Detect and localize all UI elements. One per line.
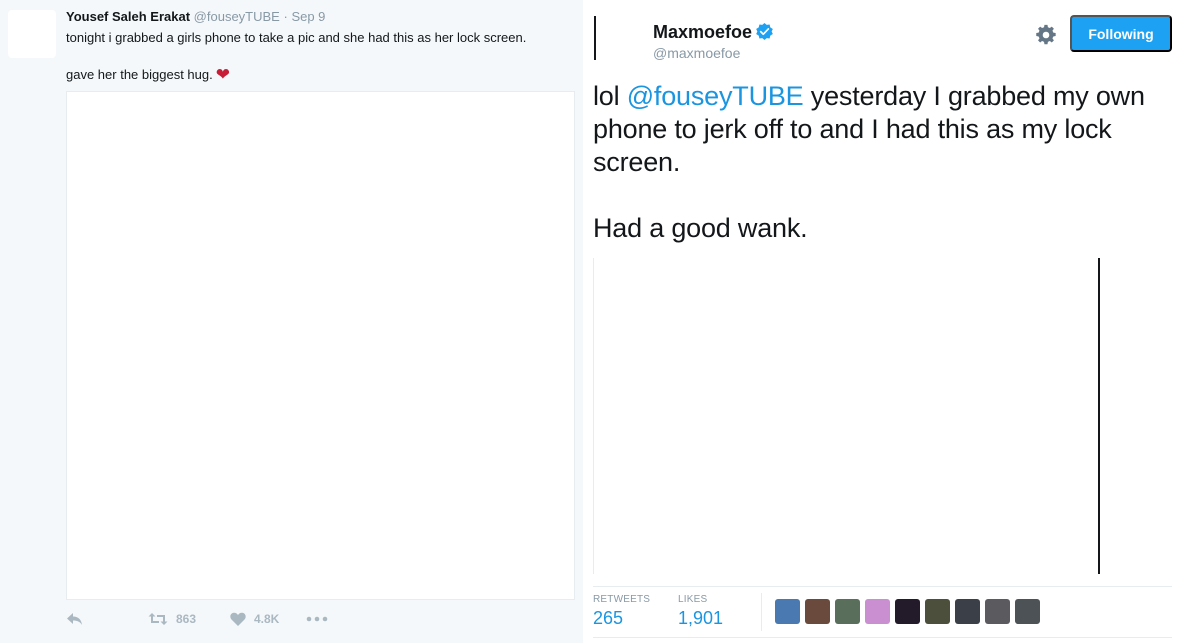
gear-icon[interactable] <box>1035 24 1057 46</box>
like-button[interactable]: 4.8K <box>230 612 279 626</box>
likes-stat[interactable]: LIKES 1,901 <box>678 594 723 629</box>
likes-label: LIKES <box>678 594 708 605</box>
liker-avatars <box>775 599 1045 624</box>
retweets-stat[interactable]: RETWEETS 265 <box>593 594 650 629</box>
liker-avatar[interactable] <box>835 599 860 624</box>
user-name[interactable]: Maxmoefoe <box>653 22 773 43</box>
more-button[interactable] <box>306 612 328 626</box>
author-name[interactable]: Yousef Saleh Erakat <box>66 9 190 24</box>
liker-avatar[interactable] <box>805 599 830 624</box>
tweet-paragraph: Had a good wank. <box>593 213 808 243</box>
tweet-text-segment: gave her the biggest hug. <box>66 67 213 82</box>
liker-avatar[interactable] <box>1015 599 1040 624</box>
more-dots-icon <box>306 616 328 622</box>
following-button[interactable]: Following <box>1070 15 1172 52</box>
liker-avatar[interactable] <box>895 599 920 624</box>
heart-emoji-icon: ❤ <box>215 65 230 84</box>
retweet-button[interactable]: 863 <box>148 612 196 626</box>
reply-icon <box>67 613 82 625</box>
tweet-media-image[interactable] <box>66 91 575 600</box>
reply-button[interactable] <box>66 612 83 626</box>
media-edge <box>1098 258 1100 574</box>
tweet-date[interactable]: Sep 9 <box>291 9 325 24</box>
tweet-text-segment: lol <box>593 81 627 111</box>
retweet-icon <box>148 613 168 625</box>
like-count: 4.8K <box>254 612 280 626</box>
tweet-text-line: tonight i grabbed a girls phone to take … <box>66 30 527 45</box>
liker-avatar[interactable] <box>985 599 1010 624</box>
retweet-count: 863 <box>176 612 197 626</box>
main-tweet-panel: Maxmoefoe @maxmoefoe Following lol @fous… <box>583 0 1195 643</box>
tweet-header: Yousef Saleh Erakat @fouseyTUBE · Sep 9 <box>66 9 325 24</box>
user-handle[interactable]: @maxmoefoe <box>653 45 740 61</box>
header-separator: · <box>283 9 288 24</box>
liker-avatar[interactable] <box>955 599 980 624</box>
liker-avatar[interactable] <box>865 599 890 624</box>
heart-icon <box>230 612 246 626</box>
avatar[interactable] <box>8 10 56 58</box>
quoted-tweet-panel: Yousef Saleh Erakat @fouseyTUBE · Sep 9 … <box>0 0 583 643</box>
avatar[interactable] <box>594 16 596 60</box>
user-name-text: Maxmoefoe <box>653 22 753 42</box>
stats-divider <box>761 593 762 631</box>
retweets-label: RETWEETS <box>593 594 651 605</box>
tweet-text: lol @fouseyTUBE yesterday I grabbed my o… <box>593 80 1183 245</box>
liker-avatar[interactable] <box>775 599 800 624</box>
tweet-paragraph: lol @fouseyTUBE yesterday I grabbed my o… <box>593 80 1183 179</box>
tweet-media-image[interactable] <box>593 258 1100 574</box>
likes-value: 1,901 <box>678 608 724 628</box>
tweet-stats: RETWEETS 265 LIKES 1,901 <box>593 586 1172 638</box>
author-handle[interactable]: @fouseyTUBE <box>194 9 280 24</box>
liker-avatar[interactable] <box>925 599 950 624</box>
mention-link[interactable]: @fouseyTUBE <box>627 81 804 111</box>
verified-badge-icon <box>756 23 773 40</box>
retweets-value: 265 <box>593 608 624 628</box>
tweet-text-line: gave her the biggest hug. ❤ <box>66 65 230 85</box>
